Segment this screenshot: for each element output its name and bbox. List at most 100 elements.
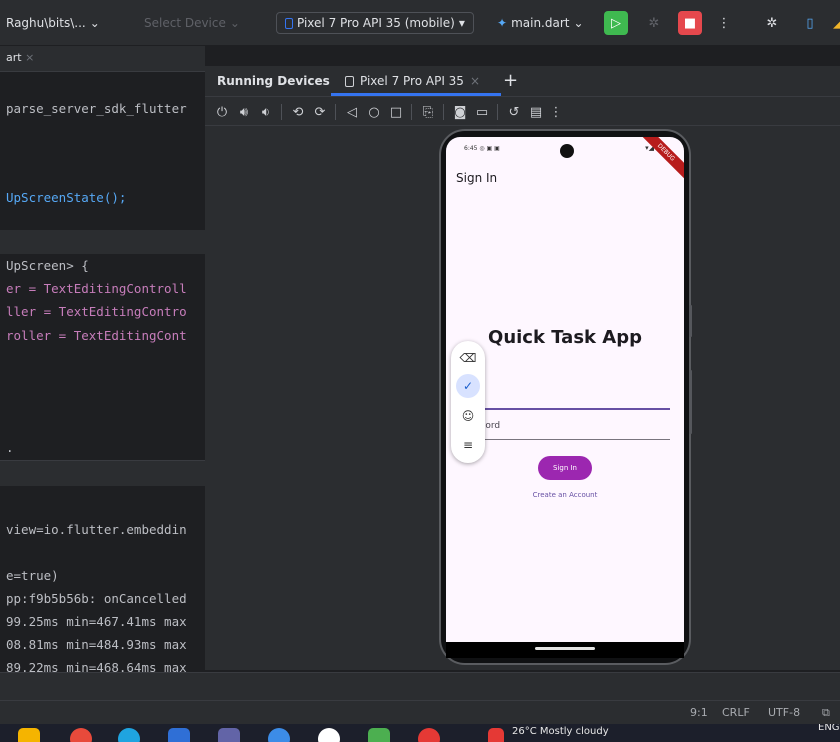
phone-volume-button <box>689 370 692 434</box>
word-icon[interactable] <box>168 728 190 742</box>
running-devices-header: Running Devices Pixel 7 Pro API 35 × + <box>205 66 840 96</box>
console-line: 89.22ms min=468.64ms max <box>6 660 187 672</box>
home-icon[interactable]: ○ <box>365 103 383 121</box>
separator <box>411 104 412 120</box>
back-icon[interactable]: ◁ <box>343 103 361 121</box>
weather-text: 26°C Mostly cloudy <box>512 726 609 737</box>
console-line: view=io.flutter.embeddin <box>6 522 187 537</box>
app-icon[interactable] <box>318 728 340 742</box>
backspace-icon[interactable]: ⌫ <box>456 346 480 370</box>
chevron-down-icon: ⌄ <box>229 16 240 30</box>
record-icon[interactable]: ▭ <box>473 103 491 121</box>
power-icon[interactable]: ⏻ <box>213 103 231 121</box>
console-line: 08.81ms min=484.93ms max <box>6 637 187 652</box>
screenshot-icon[interactable]: ◙ <box>451 103 469 121</box>
phone-power-button <box>689 305 692 337</box>
os-taskbar: 26°C Mostly cloudy ENG <box>0 724 840 742</box>
code-line: . <box>6 440 14 455</box>
edge-icon[interactable] <box>118 728 140 742</box>
status-time-text: 6:45 <box>464 145 478 152</box>
add-device-icon[interactable]: + <box>503 70 518 91</box>
code-line: UpScreenState(); <box>6 190 127 205</box>
console-line: 99.25ms min=467.41ms max <box>6 614 187 629</box>
overview-icon[interactable]: □ <box>387 103 405 121</box>
chevron-down-icon: ⌄ <box>89 16 100 30</box>
rotate-left-icon[interactable]: ⟲ <box>289 103 307 121</box>
code-line: ller = TextEditingContro <box>6 304 187 319</box>
device-tab-icon <box>345 75 354 87</box>
main-toolbar: Raghu\bits\... ⌄ Select Device ⌄ Pixel 7… <box>0 0 840 46</box>
front-camera <box>560 144 574 158</box>
rotate-right-icon[interactable]: ⟳ <box>311 103 329 121</box>
close-icon[interactable]: × <box>470 74 480 88</box>
editor-tabs: art × <box>0 46 205 72</box>
project-path: Raghu\bits\... <box>6 16 86 30</box>
code-line: parse_server_sdk_flutter <box>6 101 187 116</box>
file-encoding[interactable]: UTF-8 <box>768 706 800 719</box>
language-indicator[interactable]: ENG <box>818 724 840 733</box>
volume-down-icon[interactable]: 🔉︎ <box>257 103 275 121</box>
status-icons: ◎ ▣ ▣ <box>479 145 500 152</box>
browser-icon[interactable] <box>70 728 92 742</box>
project-selector[interactable]: Raghu\bits\... ⌄ <box>6 12 100 34</box>
run-console[interactable]: view=io.flutter.embeddin e=true) pp:f9b5… <box>0 486 205 672</box>
username-field[interactable] <box>476 408 670 410</box>
readonly-icon[interactable]: ⧉ <box>822 706 830 720</box>
menu-icon[interactable]: ≡ <box>456 433 480 457</box>
phone-icon <box>285 17 293 29</box>
device-tab-label: Pixel 7 Pro API 35 <box>360 74 464 88</box>
settings-bug-icon[interactable]: ✲ <box>760 11 784 35</box>
tab-main-dart[interactable]: art × <box>6 51 34 64</box>
notifications-icon[interactable]: ◢ <box>826 11 840 35</box>
debug-banner: DEBUG <box>633 137 684 185</box>
tab-label: art <box>6 51 22 64</box>
ide-status-bar: 9:1 CRLF UTF-8 ⧉ <box>0 700 840 724</box>
extended-controls-icon[interactable]: ▤ <box>527 103 545 121</box>
console-line: pp:f9b5b56b: onCancelled <box>6 591 187 606</box>
file-explorer-icon[interactable] <box>18 728 40 742</box>
flutter-icon: ✦ <box>497 16 508 30</box>
create-account-link[interactable]: Create an Account <box>446 491 684 499</box>
tab-pixel-device[interactable]: Pixel 7 Pro API 35 × <box>345 74 480 88</box>
run-panel-header <box>0 460 205 486</box>
volume-up-icon[interactable]: 🔊︎ <box>235 103 253 121</box>
check-icon[interactable]: ✓ <box>456 374 480 398</box>
more-icon[interactable]: ⋮ <box>712 11 736 35</box>
run-config-label: main.dart <box>511 16 570 30</box>
android-studio-icon[interactable] <box>368 728 390 742</box>
teams-icon[interactable] <box>218 728 240 742</box>
run-icon[interactable]: ▷ <box>604 11 628 35</box>
debug-icon[interactable]: ✲ <box>642 11 666 35</box>
run-config-dropdown[interactable]: ✦ main.dart ⌄ <box>497 12 584 34</box>
snapshot-icon[interactable]: ↺ <box>505 103 523 121</box>
sign-in-button[interactable]: Sign In <box>538 456 592 480</box>
bottom-panel-strip <box>0 672 840 700</box>
code-line: roller = TextEditingCont <box>6 328 187 343</box>
vscode-icon[interactable] <box>268 728 290 742</box>
code-line: er = TextEditingControll <box>6 281 187 296</box>
chevron-down-icon: ⌄ <box>573 16 584 30</box>
running-devices-title: Running Devices <box>217 74 330 88</box>
page-title: Quick Task App <box>488 327 642 348</box>
device-manager-icon[interactable]: ▯ <box>798 11 822 35</box>
status-time: 6:45 ◎ ▣ ▣ <box>464 145 500 152</box>
line-ending[interactable]: CRLF <box>722 706 750 719</box>
cursor-position[interactable]: 9:1 <box>690 706 708 719</box>
device-dropdown[interactable]: Pixel 7 Pro API 35 (mobile) ▾ <box>276 12 474 34</box>
separator <box>497 104 498 120</box>
emoji-icon[interactable]: ☺ <box>456 404 480 428</box>
gesture-pill[interactable] <box>535 647 595 650</box>
more-icon[interactable]: ⋮ <box>547 103 565 121</box>
select-device-dropdown[interactable]: Select Device ⌄ <box>144 12 240 34</box>
weather-icon[interactable] <box>488 728 504 742</box>
password-field[interactable] <box>476 439 670 440</box>
code-editor[interactable]: parse_server_sdk_flutter UpScreenState()… <box>0 72 205 460</box>
console-line: e=true) <box>6 568 59 583</box>
close-icon[interactable]: × <box>25 51 34 64</box>
app-bar-title: Sign In <box>456 171 498 185</box>
stop-icon[interactable]: ■ <box>678 11 702 35</box>
mirror-icon[interactable]: ⎘ <box>419 103 437 121</box>
chrome-icon[interactable] <box>418 728 440 742</box>
select-device-label: Select Device <box>144 16 226 30</box>
phone-nav-bar <box>446 642 684 658</box>
